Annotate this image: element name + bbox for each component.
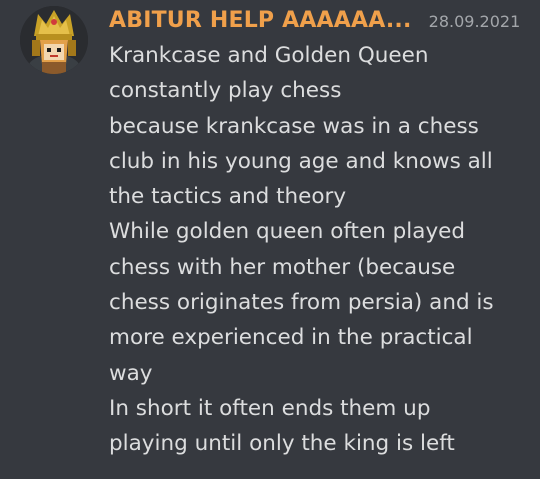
- message-line: While golden queen often played: [109, 219, 466, 245]
- message-header: ABITUR HELP AAAAAA... 28.09.2021: [109, 6, 540, 38]
- golden-queen-avatar-icon: [20, 6, 88, 74]
- message-line: In short it often ends them up: [109, 395, 431, 421]
- message-line: chess originates from persia) and is: [109, 290, 494, 316]
- user-avatar[interactable]: [20, 6, 88, 74]
- message-line: chess with her mother (because: [109, 254, 456, 280]
- chat-message: ABITUR HELP AAAAAA... 28.09.2021 Krankca…: [0, 0, 540, 479]
- message-line: the tactics and theory: [109, 184, 347, 210]
- message-line: because krankcase was in a chess: [109, 113, 479, 139]
- message-line: constantly play chess: [109, 78, 342, 104]
- message-content: Krankcase and Golden Queen constantly pl…: [109, 38, 529, 462]
- message-line: club in his young age and knows all: [109, 148, 493, 174]
- message-line: playing until only the king is left: [109, 431, 455, 457]
- username[interactable]: ABITUR HELP AAAAAA...: [109, 6, 412, 36]
- message-line: Krankcase and Golden Queen: [109, 43, 429, 68]
- message-timestamp: 28.09.2021: [428, 12, 521, 31]
- message-line: way: [109, 360, 153, 386]
- message-line: more experienced in the practical: [109, 325, 473, 351]
